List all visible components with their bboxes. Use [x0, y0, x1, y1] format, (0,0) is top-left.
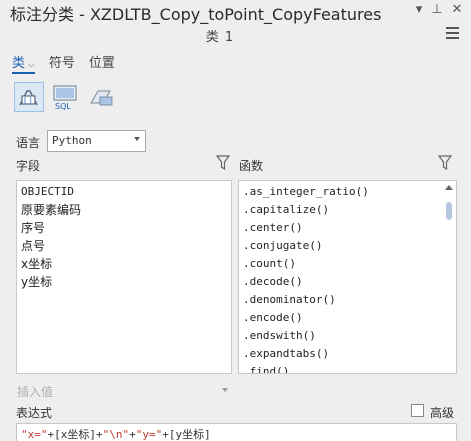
functions-scrollbar[interactable]: [442, 181, 456, 373]
scale-range-icon: [90, 90, 113, 106]
list-item[interactable]: .as_integer_ratio(): [239, 183, 456, 201]
label-toolbar: [ ] SQL: [14, 82, 116, 112]
filter-icon[interactable]: [438, 155, 452, 171]
window-title: 标注分类 - XZDLTB_Copy_toPoint_CopyFeatures: [10, 5, 382, 24]
title-bar: 标注分类 - XZDLTB_Copy_toPoint_CopyFeatures …: [0, 0, 471, 24]
tab-strip: 类 ⌵ 符号 位置: [12, 52, 115, 74]
scale-range-button[interactable]: [86, 82, 116, 112]
list-item[interactable]: .encode(): [239, 309, 456, 327]
expression-token: +: [162, 428, 169, 441]
expression-editor[interactable]: "x="+[x坐标]+"\n"+"y="+[y坐标]: [16, 423, 457, 441]
functions-label: 函数: [239, 159, 264, 173]
dropdown-icon[interactable]: ▾: [412, 2, 426, 17]
list-item[interactable]: .denominator(): [239, 291, 456, 309]
functions-list[interactable]: .as_integer_ratio() .capitalize() .cente…: [238, 180, 457, 374]
list-item[interactable]: y坐标: [17, 273, 231, 291]
expression-label: 表达式: [16, 406, 53, 420]
list-item[interactable]: .conjugate(): [239, 237, 456, 255]
tab-symbol[interactable]: 符号: [49, 52, 75, 74]
sql-query-icon: SQL: [53, 85, 77, 110]
list-item[interactable]: .endswith(): [239, 327, 456, 345]
language-value: Python: [52, 134, 92, 147]
expression-token: "x=": [21, 428, 48, 441]
list-item[interactable]: x坐标: [17, 255, 231, 273]
language-label: 语言: [16, 136, 41, 150]
caret-down-icon: [222, 388, 228, 392]
language-select[interactable]: Python: [47, 130, 146, 152]
advanced-checkbox[interactable]: [411, 404, 424, 417]
list-item[interactable]: 原要素编码: [17, 201, 231, 219]
scroll-thumb[interactable]: [446, 202, 452, 220]
expression-token: +: [129, 428, 136, 441]
list-item[interactable]: .capitalize(): [239, 201, 456, 219]
fields-list[interactable]: OBJECTID 原要素编码 序号 点号 x坐标 y坐标: [16, 180, 232, 374]
sql-query-button[interactable]: SQL: [50, 82, 80, 112]
label-expression-icon: [ ]: [19, 90, 38, 106]
list-item[interactable]: .decode(): [239, 273, 456, 291]
expression-token: "y=": [135, 428, 163, 441]
expression-token: [y坐标]: [168, 428, 211, 441]
close-icon[interactable]: ✕: [450, 2, 464, 17]
expression-token: [x坐标]: [54, 428, 96, 441]
pin-icon[interactable]: ⊥: [430, 2, 444, 17]
advanced-label: 高级: [430, 406, 455, 420]
expression-token: "\n": [102, 428, 130, 441]
tab-class[interactable]: 类 ⌵: [12, 52, 35, 74]
svg-text:[ ]: [ ]: [24, 97, 32, 105]
list-item[interactable]: .count(): [239, 255, 456, 273]
expression-token: +: [96, 428, 103, 441]
fields-label: 字段: [16, 159, 41, 173]
filter-icon[interactable]: [216, 155, 230, 171]
scroll-up-icon[interactable]: [445, 185, 453, 190]
list-item[interactable]: .find(): [239, 363, 456, 373]
insert-values-button[interactable]: 插入值: [17, 383, 53, 400]
svg-text:SQL: SQL: [55, 102, 71, 110]
caret-down-icon: [134, 137, 140, 141]
list-item[interactable]: .center(): [239, 219, 456, 237]
list-item[interactable]: .expandtabs(): [239, 345, 456, 363]
list-item[interactable]: 点号: [17, 237, 231, 255]
menu-icon[interactable]: [446, 27, 459, 42]
tab-class-label: 类: [12, 56, 26, 71]
list-item[interactable]: OBJECTID: [17, 183, 231, 201]
class-name: 类 1: [205, 30, 235, 45]
tab-position[interactable]: 位置: [89, 52, 115, 74]
label-expression-button[interactable]: [ ]: [14, 82, 44, 112]
chevron-down-icon[interactable]: ⌵: [28, 60, 35, 70]
list-item[interactable]: 序号: [17, 219, 231, 237]
